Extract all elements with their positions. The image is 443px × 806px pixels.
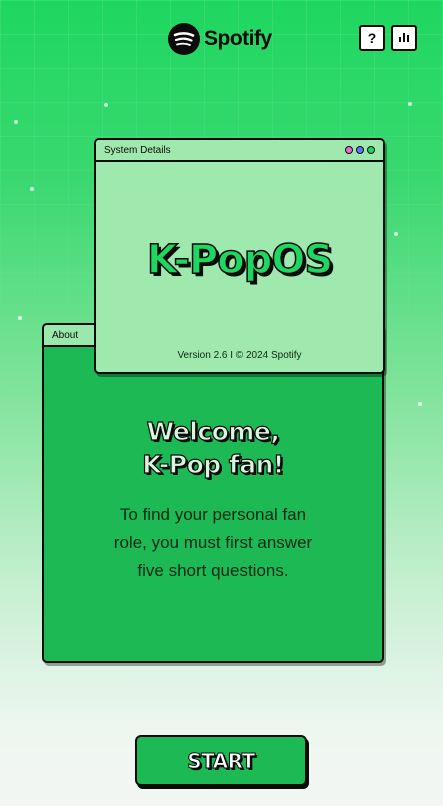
welcome-line-1: Welcome, bbox=[146, 416, 280, 446]
help-icon: ? bbox=[367, 30, 377, 46]
welcome-line-2: K-Pop fan! bbox=[142, 449, 285, 479]
instructions-line-3: five short questions. bbox=[137, 561, 289, 580]
sparkle bbox=[30, 187, 34, 191]
pink-dot-icon bbox=[345, 146, 353, 154]
system-details-window: System Details K-PopOS Version 2.6 I © 2… bbox=[94, 138, 385, 374]
sparkle bbox=[18, 316, 22, 320]
system-window-title: System Details bbox=[104, 144, 171, 156]
bar-chart-icon bbox=[398, 30, 410, 46]
instructions-line-1: To find your personal fan bbox=[119, 505, 307, 524]
logo-wordmark: Spotify bbox=[204, 27, 272, 50]
about-window: About Welcome, K-Pop fan! To find your p… bbox=[42, 323, 384, 663]
instructions-line-2: role, you must first answer bbox=[113, 533, 313, 552]
top-bar: Spotify ? bbox=[0, 18, 443, 60]
blue-dot-icon bbox=[356, 146, 364, 154]
kpopos-title: K-PopOS bbox=[146, 236, 334, 284]
instructions-text: To find your personal fan role, you must… bbox=[44, 501, 382, 585]
sparkle bbox=[408, 102, 412, 106]
sparkle bbox=[104, 103, 108, 107]
spotify-icon bbox=[168, 23, 200, 55]
sparkle bbox=[14, 120, 18, 124]
window-controls bbox=[345, 146, 375, 154]
sparkle bbox=[394, 232, 398, 236]
start-button[interactable]: START bbox=[135, 735, 307, 786]
stats-button[interactable] bbox=[391, 25, 417, 51]
spotify-logo[interactable]: Spotify bbox=[168, 22, 272, 56]
green-dot-icon bbox=[367, 146, 375, 154]
about-window-title: About bbox=[52, 329, 79, 341]
version-text: Version 2.6 I © 2024 Spotify bbox=[177, 350, 302, 361]
start-button-label: START bbox=[187, 748, 256, 773]
welcome-heading: Welcome, K-Pop fan! bbox=[44, 415, 382, 481]
about-content: Welcome, K-Pop fan! To find your persona… bbox=[44, 415, 382, 585]
help-button[interactable]: ? bbox=[359, 25, 385, 51]
sparkle bbox=[418, 402, 422, 406]
system-window-titlebar: System Details bbox=[96, 140, 383, 162]
